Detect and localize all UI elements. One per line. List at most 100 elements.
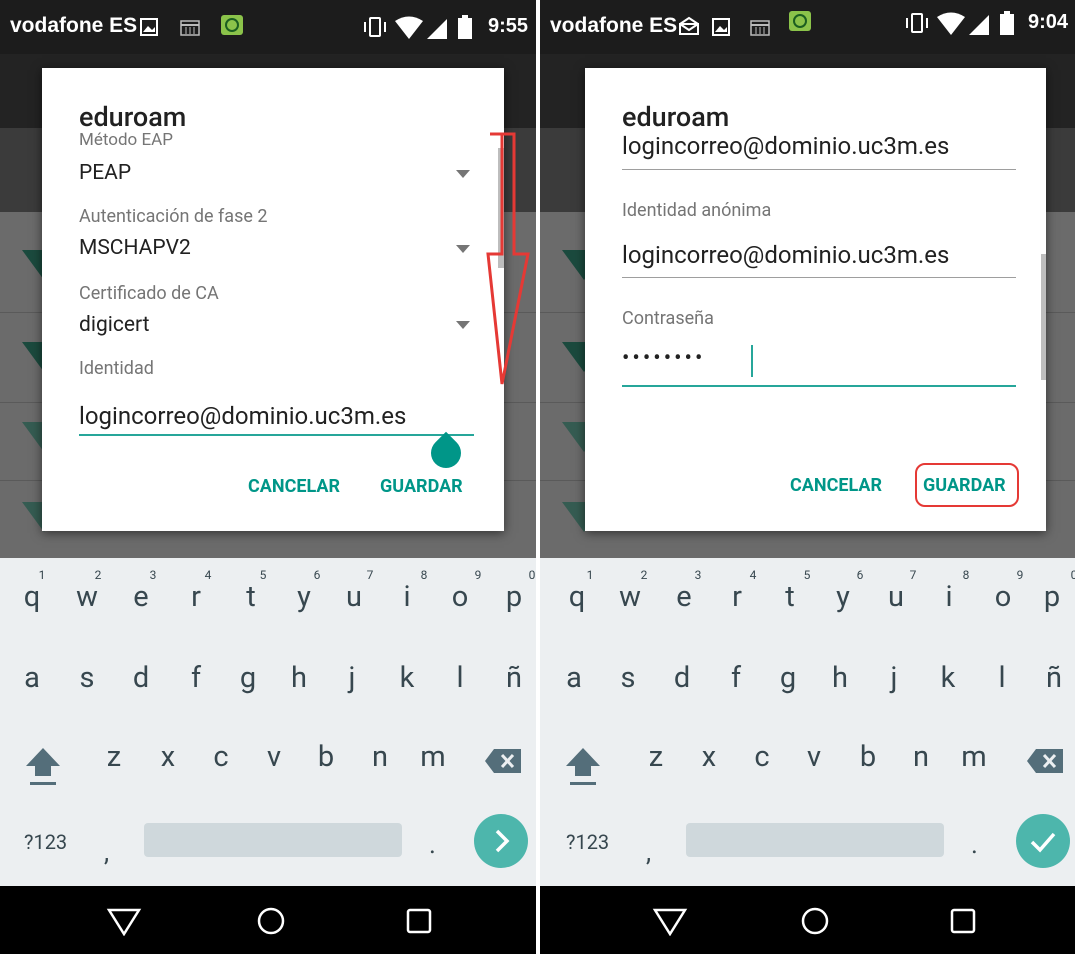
key-c[interactable]: c (201, 740, 241, 774)
key-n[interactable]: n (360, 740, 400, 774)
dialog-title: eduroam (622, 101, 730, 133)
key-w[interactable]: w (610, 580, 650, 614)
home-icon[interactable] (800, 906, 830, 936)
signal-icon (969, 15, 989, 35)
anonymous-identity-input[interactable]: logincorreo@dominio.uc3m.es (622, 241, 949, 269)
key-s[interactable]: s (67, 661, 107, 695)
recents-icon[interactable] (406, 908, 432, 934)
key-z[interactable]: z (636, 740, 676, 774)
key-e[interactable]: e (664, 580, 704, 614)
key-m[interactable]: m (954, 740, 994, 774)
key-r[interactable]: r (717, 580, 757, 614)
period-key[interactable]: . (971, 830, 978, 860)
home-icon[interactable] (256, 906, 286, 936)
keyboard: 1 2 3 4 5 6 7 8 9 0 q w e r t y u i o p … (0, 558, 536, 886)
key-d[interactable]: d (121, 661, 161, 695)
dropdown-arrow-icon[interactable] (456, 245, 470, 253)
recents-icon[interactable] (950, 908, 976, 934)
key-c[interactable]: c (742, 740, 782, 774)
key-o[interactable]: o (440, 580, 480, 614)
key-a[interactable]: a (554, 661, 594, 695)
key-j[interactable]: j (332, 661, 372, 695)
key-k[interactable]: k (387, 661, 427, 695)
eduroam-dialog: eduroam Método EAP PEAP Autenticación de… (42, 68, 504, 531)
back-icon[interactable] (106, 906, 142, 936)
password-input[interactable]: •••••••• (622, 346, 705, 371)
key-j[interactable]: j (874, 661, 914, 695)
key-u[interactable]: u (334, 580, 374, 614)
key-v[interactable]: v (794, 740, 834, 774)
messenger-icon (221, 15, 243, 35)
key-g[interactable]: g (228, 661, 268, 695)
key-enye[interactable]: ñ (1034, 661, 1074, 695)
key-e[interactable]: e (121, 580, 161, 614)
key-p[interactable]: p (494, 580, 534, 614)
backspace-icon[interactable] (484, 748, 522, 774)
cancel-button[interactable]: CANCELAR (248, 476, 340, 497)
key-a[interactable]: a (12, 661, 52, 695)
next-key[interactable] (474, 814, 528, 868)
key-r[interactable]: r (176, 580, 216, 614)
identity-input[interactable]: logincorreo@dominio.uc3m.es (622, 132, 949, 160)
key-w[interactable]: w (67, 580, 107, 614)
key-z[interactable]: z (94, 740, 134, 774)
key-i[interactable]: i (387, 580, 427, 614)
key-b[interactable]: b (848, 740, 888, 774)
save-button[interactable]: GUARDAR (380, 476, 463, 497)
backspace-icon[interactable] (1026, 748, 1064, 774)
dropdown-arrow-icon[interactable] (456, 321, 470, 329)
key-h[interactable]: h (820, 661, 860, 695)
status-bar: vodafone ES 9:04 (540, 0, 1075, 54)
key-x[interactable]: x (148, 740, 188, 774)
key-t[interactable]: t (231, 580, 271, 614)
key-f[interactable]: f (716, 661, 756, 695)
key-g[interactable]: g (768, 661, 808, 695)
key-q[interactable]: q (12, 580, 52, 614)
key-p[interactable]: p (1032, 580, 1072, 614)
text-caret (751, 345, 753, 377)
key-i[interactable]: i (929, 580, 969, 614)
save-highlight-annotation (915, 463, 1019, 507)
comma-key[interactable]: , (646, 838, 651, 868)
key-l[interactable]: l (440, 661, 480, 695)
done-key[interactable] (1016, 814, 1070, 868)
shift-icon[interactable] (24, 746, 62, 788)
symbols-key[interactable]: ?123 (566, 830, 609, 854)
period-key[interactable]: . (429, 830, 436, 860)
key-f[interactable]: f (176, 661, 216, 695)
phase2-select[interactable]: MSCHAPV2 (79, 236, 191, 260)
key-l[interactable]: l (982, 661, 1022, 695)
key-o[interactable]: o (983, 580, 1023, 614)
key-k[interactable]: k (928, 661, 968, 695)
back-icon[interactable] (652, 906, 688, 936)
eap-method-select[interactable]: PEAP (79, 161, 131, 185)
comma-key[interactable]: , (104, 838, 109, 868)
key-n[interactable]: n (901, 740, 941, 774)
space-bar[interactable] (686, 823, 944, 857)
left-phone-screen: vodafone ES 9:55 eduroam Método EAP PEAP… (0, 0, 536, 954)
text-cursor-handle[interactable] (424, 431, 468, 475)
key-y[interactable]: y (284, 580, 324, 614)
space-bar[interactable] (144, 823, 402, 857)
key-enye[interactable]: ñ (494, 661, 534, 695)
key-y[interactable]: y (823, 580, 863, 614)
ca-cert-select[interactable]: digicert (79, 313, 149, 337)
cancel-button[interactable]: CANCELAR (790, 475, 882, 496)
key-b[interactable]: b (306, 740, 346, 774)
key-x[interactable]: x (689, 740, 729, 774)
dropdown-arrow-icon[interactable] (456, 170, 470, 178)
key-u[interactable]: u (876, 580, 916, 614)
key-h[interactable]: h (279, 661, 319, 695)
identity-input[interactable]: logincorreo@dominio.uc3m.es (79, 402, 406, 430)
key-v[interactable]: v (254, 740, 294, 774)
symbols-key[interactable]: ?123 (24, 830, 67, 854)
key-q[interactable]: q (557, 580, 597, 614)
shift-icon[interactable] (564, 746, 602, 788)
key-m[interactable]: m (413, 740, 453, 774)
scrollbar[interactable] (1041, 254, 1046, 380)
key-t[interactable]: t (770, 580, 810, 614)
key-d[interactable]: d (662, 661, 702, 695)
key-s[interactable]: s (608, 661, 648, 695)
navigation-bar (540, 886, 1075, 954)
image-icon (140, 18, 158, 36)
